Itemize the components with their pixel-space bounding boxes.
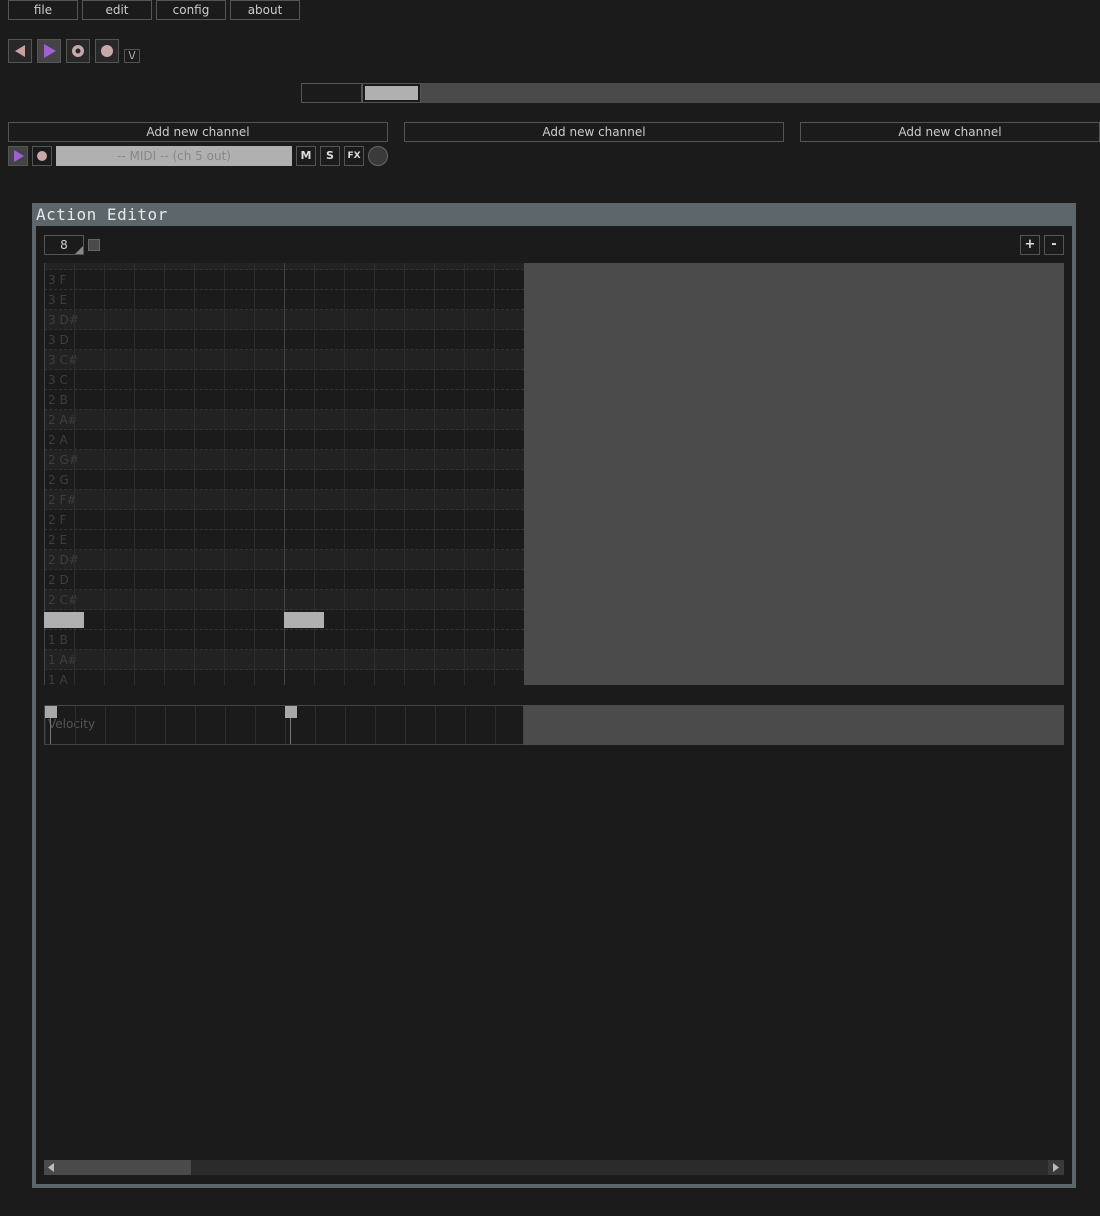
zoom-in-button[interactable]: +	[1020, 235, 1040, 255]
piano-row-label: 2 F#	[48, 493, 77, 507]
velocity-grid-line	[435, 706, 436, 744]
record-actions-icon	[72, 45, 84, 57]
velocity-grid-line	[375, 706, 376, 744]
horizontal-scrollbar[interactable]	[44, 1160, 1064, 1175]
mute-button[interactable]: M	[296, 146, 316, 166]
record-icon	[101, 45, 113, 57]
grid-size-selector[interactable]: 8	[44, 235, 84, 255]
grid-line	[194, 263, 195, 685]
solo-button[interactable]: S	[320, 146, 340, 166]
piano-row-label: 3 F	[48, 273, 67, 287]
play-button[interactable]	[37, 39, 61, 63]
grid-line	[134, 263, 135, 685]
grid-snap-checkbox[interactable]	[88, 239, 100, 251]
play-icon	[44, 44, 56, 58]
timeline-cursor-segment	[362, 83, 421, 103]
scrollbar-thumb[interactable]	[44, 1160, 191, 1175]
menu-config[interactable]: config	[156, 0, 226, 20]
velocity-grid-line	[75, 706, 76, 744]
add-channel-button-2[interactable]: Add new channel	[404, 122, 784, 142]
velocity-handle[interactable]	[45, 706, 57, 718]
rewind-button[interactable]	[8, 39, 32, 63]
timeline-segment	[301, 83, 362, 103]
velocity-grid-line	[225, 706, 226, 744]
piano-row-label: 2 A	[48, 433, 68, 447]
grid-line	[464, 263, 465, 685]
record-actions-button[interactable]	[66, 39, 90, 63]
menu-about[interactable]: about	[230, 0, 300, 20]
velocity-grid-line	[105, 706, 106, 744]
piano-row-label: 1 B	[48, 633, 68, 647]
grid-line	[404, 263, 405, 685]
scroll-right-icon	[1053, 1163, 1059, 1172]
velocity-grid-line	[315, 706, 316, 744]
piano-row-label: 2 D	[48, 573, 69, 587]
channel-arm-button[interactable]	[32, 146, 52, 166]
grid-line	[344, 263, 345, 685]
grid-line	[224, 263, 225, 685]
grid-line	[434, 263, 435, 685]
play-icon	[14, 150, 24, 162]
velocity-grid-line	[195, 706, 196, 744]
dropdown-corner-icon	[75, 246, 83, 254]
velocity-grid-line	[165, 706, 166, 744]
velocity-grid-line	[255, 706, 256, 744]
piano-row-label: 1 A	[48, 673, 68, 685]
volume-knob[interactable]	[368, 146, 388, 166]
velocity-grid-line	[345, 706, 346, 744]
midi-channel-name-button[interactable]: -- MIDI -- (ch 5 out)	[56, 146, 292, 166]
add-channel-button-3[interactable]: Add new channel	[800, 122, 1100, 142]
grid-line	[374, 263, 375, 685]
velocity-stem	[290, 718, 291, 744]
grid-line	[254, 263, 255, 685]
menu-file[interactable]: file	[8, 0, 78, 20]
piano-row-label: 2 G	[48, 473, 69, 487]
fx-button[interactable]: FX	[344, 146, 364, 166]
channel-play-button[interactable]	[8, 146, 28, 166]
input-mode-toggle[interactable]: \/	[124, 49, 140, 63]
piano-row-label: 3 D	[48, 333, 69, 347]
rewind-icon	[15, 45, 25, 57]
piano-roll[interactable]: 3 F3 E3 D# 3 D3 C# 3 C2 B2 A# 2 A2 G# 2 G2 F…	[44, 263, 524, 685]
zoom-out-button[interactable]: -	[1044, 235, 1064, 255]
timeline-cursor	[365, 86, 418, 100]
piano-roll-empty-area	[524, 263, 1064, 685]
velocity-stem	[50, 718, 51, 744]
piano-row-label: 3 E	[48, 293, 68, 307]
velocity-grid-line	[405, 706, 406, 744]
velocity-empty-area	[524, 705, 1064, 745]
velocity-label: Velocity	[48, 717, 96, 731]
record-input-button[interactable]	[95, 39, 119, 63]
velocity-handle[interactable]	[285, 706, 297, 718]
velocity-grid-line	[495, 706, 496, 744]
velocity-grid-line	[465, 706, 466, 744]
add-channel-button-1[interactable]: Add new channel	[8, 122, 388, 142]
grid-line	[164, 263, 165, 685]
midi-note[interactable]	[284, 612, 324, 628]
grid-size-value: 8	[60, 238, 68, 252]
velocity-grid-line	[135, 706, 136, 744]
grid-line	[494, 263, 495, 685]
record-icon	[37, 151, 47, 161]
scroll-right-button[interactable]	[1048, 1160, 1064, 1175]
velocity-lane[interactable]: Velocity	[44, 705, 524, 745]
piano-row-label: 3 C	[48, 373, 68, 387]
menu-edit[interactable]: edit	[82, 0, 152, 20]
piano-row-label: 2 B	[48, 393, 68, 407]
midi-note[interactable]	[44, 612, 84, 628]
scroll-left-icon[interactable]	[46, 1162, 56, 1173]
window-title: Action Editor	[36, 205, 168, 224]
piano-row-label: 2 E	[48, 533, 68, 547]
piano-row-label: 2 F	[48, 513, 67, 527]
grid-line	[104, 263, 105, 685]
